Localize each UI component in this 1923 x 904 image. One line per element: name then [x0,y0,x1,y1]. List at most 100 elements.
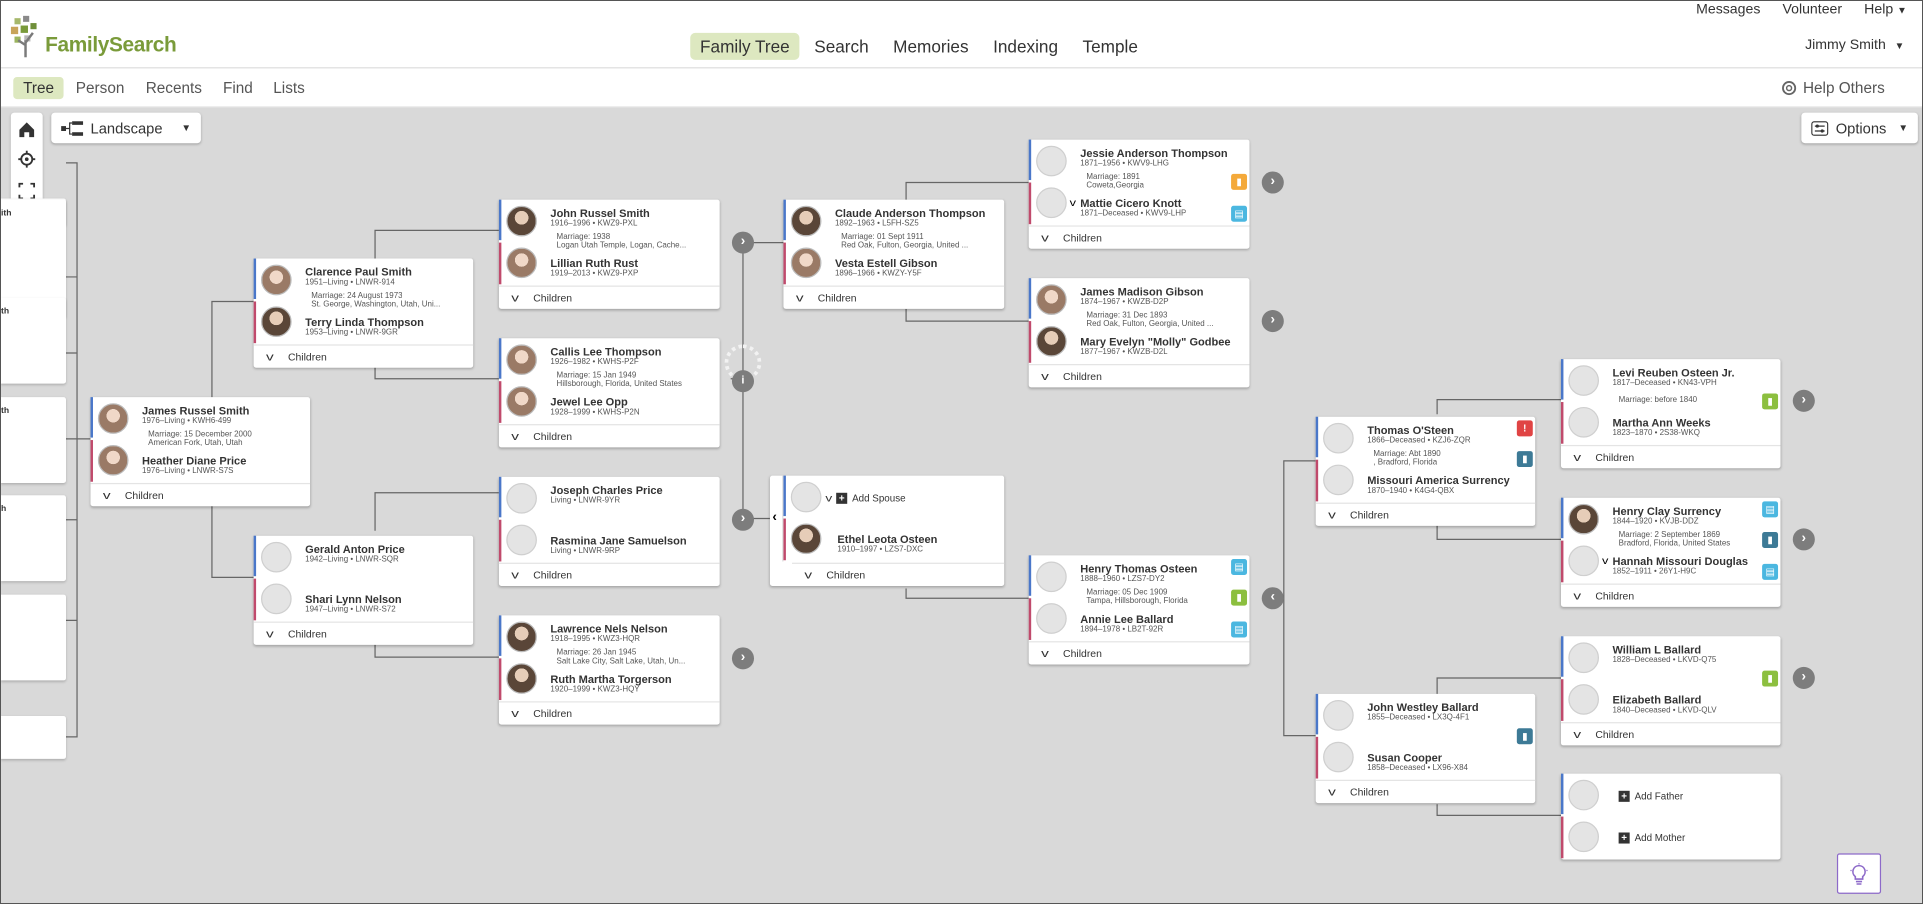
research-hint-icon[interactable]: ▮ [1762,532,1779,548]
children-toggle[interactable]: v Children [1315,502,1536,525]
record-hint-icon[interactable]: ▤ [1231,559,1248,575]
person-name[interactable]: Callis Lee Thompson [550,346,661,358]
children-toggle[interactable]: v Children [498,424,720,446]
avatar-placeholder[interactable] [1568,365,1599,396]
data-problem-icon[interactable]: ! [1516,420,1533,437]
children-toggle[interactable]: v Children [1560,583,1781,606]
nav-indexing[interactable]: Indexing [983,33,1068,60]
research-hint-icon[interactable]: ▮ [1516,728,1533,745]
offscreen-card[interactable] [1,715,66,759]
person-name[interactable]: Joseph Charles Price [550,484,662,496]
avatar-placeholder[interactable] [1568,684,1599,715]
subnav-recents[interactable]: Recents [136,77,212,99]
subnav-find[interactable]: Find [213,77,262,99]
expand-right-icon[interactable]: › [731,647,755,670]
children-toggle[interactable]: v Children [1315,779,1536,802]
research-hint-icon[interactable]: ▮ [1516,451,1533,468]
record-hint-icon[interactable]: ▤ [1231,621,1248,638]
locate-icon[interactable] [14,147,39,172]
couple-card[interactable]: Clarence Paul Smith 1951–Living • LNWR-9… [253,258,474,368]
offscreen-card[interactable]: th [1,297,66,384]
avatar-placeholder[interactable] [1036,603,1067,634]
person-name[interactable]: Claude Anderson Thompson [835,207,985,219]
nav-search[interactable]: Search [804,33,878,60]
add-father-button[interactable]: + Add Father [1618,790,1683,802]
familysearch-logo[interactable]: FamilySearch [10,15,177,58]
avatar[interactable] [506,344,537,376]
couple-card[interactable]: Joseph Charles Price Living • LNWR-9YR R… [498,476,720,586]
subnav-person[interactable]: Person [66,77,134,99]
avatar-placeholder[interactable] [506,524,537,556]
expand-right-icon[interactable]: › [1792,528,1815,551]
options-button[interactable]: Options ▼ [1801,112,1918,144]
collapse-left-icon[interactable]: ‹ [1261,587,1284,610]
avatar[interactable] [97,444,129,476]
person-name[interactable]: Martha Ann Weeks [1612,417,1710,429]
avatar[interactable] [506,205,537,237]
person-name[interactable]: Henry Clay Surrency [1612,505,1721,517]
avatar-placeholder[interactable] [1036,561,1067,593]
help-others-link[interactable]: Help Others [1782,79,1885,97]
couple-card[interactable]: Callis Lee Thompson 1926–1982 • KWHS-P2F… [498,338,720,448]
couple-card[interactable]: James Russel Smith 1976–Living • KWH6-49… [90,397,311,507]
person-name[interactable]: Lillian Ruth Rust [550,257,638,269]
person-name[interactable]: Missouri America Surrency [1367,474,1510,486]
person-name[interactable]: Mattie Cicero Knott [1080,197,1181,209]
person-name[interactable]: John Russel Smith [550,207,649,219]
collapse-left-tab[interactable]: ‹ [770,475,784,562]
expand-right-icon[interactable]: › [1792,389,1815,412]
chevron-down-icon[interactable]: v [1070,197,1076,208]
person-name[interactable]: Ethel Leota Osteen [837,533,937,545]
avatar-placeholder[interactable] [1036,187,1067,219]
expand-right-icon[interactable]: › [731,231,755,254]
couple-card[interactable]: William L Ballard 1828–Deceased • LKVD-Q… [1560,636,1781,746]
children-toggle[interactable]: v Children [1028,364,1250,386]
couple-card[interactable]: Henry Thomas Osteen 1888–1960 • LZS7-DY2… [1028,555,1250,665]
children-toggle[interactable]: v Children [498,562,720,585]
person-name[interactable]: Rasmina Jane Samuelson [550,534,686,546]
nav-memories[interactable]: Memories [883,33,978,60]
person-name[interactable]: Terry Linda Thompson [305,316,424,328]
couple-card[interactable]: Gerald Anton Price 1942–Living • LNWR-SQ… [253,535,474,645]
avatar-placeholder[interactable] [260,541,292,573]
subnav-lists[interactable]: Lists [263,77,314,99]
avatar-placeholder[interactable] [1323,741,1354,773]
add-parents-card[interactable]: + Add Father + Add Mother [1560,773,1781,860]
avatar-placeholder[interactable] [1323,464,1354,496]
research-hint-icon[interactable]: ▮ [1231,589,1248,606]
offscreen-card[interactable]: h [1,495,66,582]
person-name[interactable]: William L Ballard [1612,644,1701,656]
research-hint-icon[interactable]: ▮ [1762,393,1779,410]
children-toggle[interactable]: v Children [1028,641,1250,663]
add-spouse-button[interactable]: v + Add Spouse [825,492,906,504]
volunteer-link[interactable]: Volunteer [1782,2,1842,17]
children-toggle[interactable]: v Children [90,482,311,505]
person-name[interactable]: Elizabeth Ballard [1612,694,1701,706]
couple-card[interactable]: John Russel Smith 1916–1996 • KWZ9-PXL M… [498,199,720,309]
subnav-tree[interactable]: Tree [13,77,64,100]
avatar[interactable] [97,403,129,434]
avatar-placeholder[interactable] [260,583,292,615]
avatar-placeholder[interactable] [1323,422,1354,454]
children-toggle[interactable]: v Children [253,621,474,644]
avatar[interactable] [1036,284,1067,315]
research-hint-icon[interactable]: ▮ [1762,670,1779,687]
avatar[interactable] [790,247,822,279]
view-select[interactable]: Landscape ▼ [51,112,201,144]
chevron-down-icon[interactable]: v [1602,555,1608,566]
person-name[interactable]: Heather Diane Price [142,455,246,467]
expand-right-icon[interactable]: › [1792,666,1815,690]
person-name[interactable]: James Russel Smith [142,404,249,416]
avatar[interactable] [506,386,537,417]
avatar-placeholder[interactable] [1323,700,1354,731]
avatar[interactable] [506,247,537,279]
children-toggle[interactable]: v Children [498,701,720,723]
avatar-placeholder[interactable] [1568,642,1599,674]
avatar[interactable] [260,306,292,338]
person-name[interactable]: Hannah Missouri Douglas [1612,555,1748,567]
person-name[interactable]: Shari Lynn Nelson [305,593,402,605]
couple-card[interactable]: James Madison Gibson 1874–1967 • KWZB-D2… [1028,278,1250,388]
children-toggle[interactable]: v Children [1028,225,1250,247]
tree-canvas[interactable]: + − Landscape ▼ Options ▼ ith th th h Ja… [1,107,1922,903]
children-toggle[interactable]: v Children [1560,722,1781,744]
